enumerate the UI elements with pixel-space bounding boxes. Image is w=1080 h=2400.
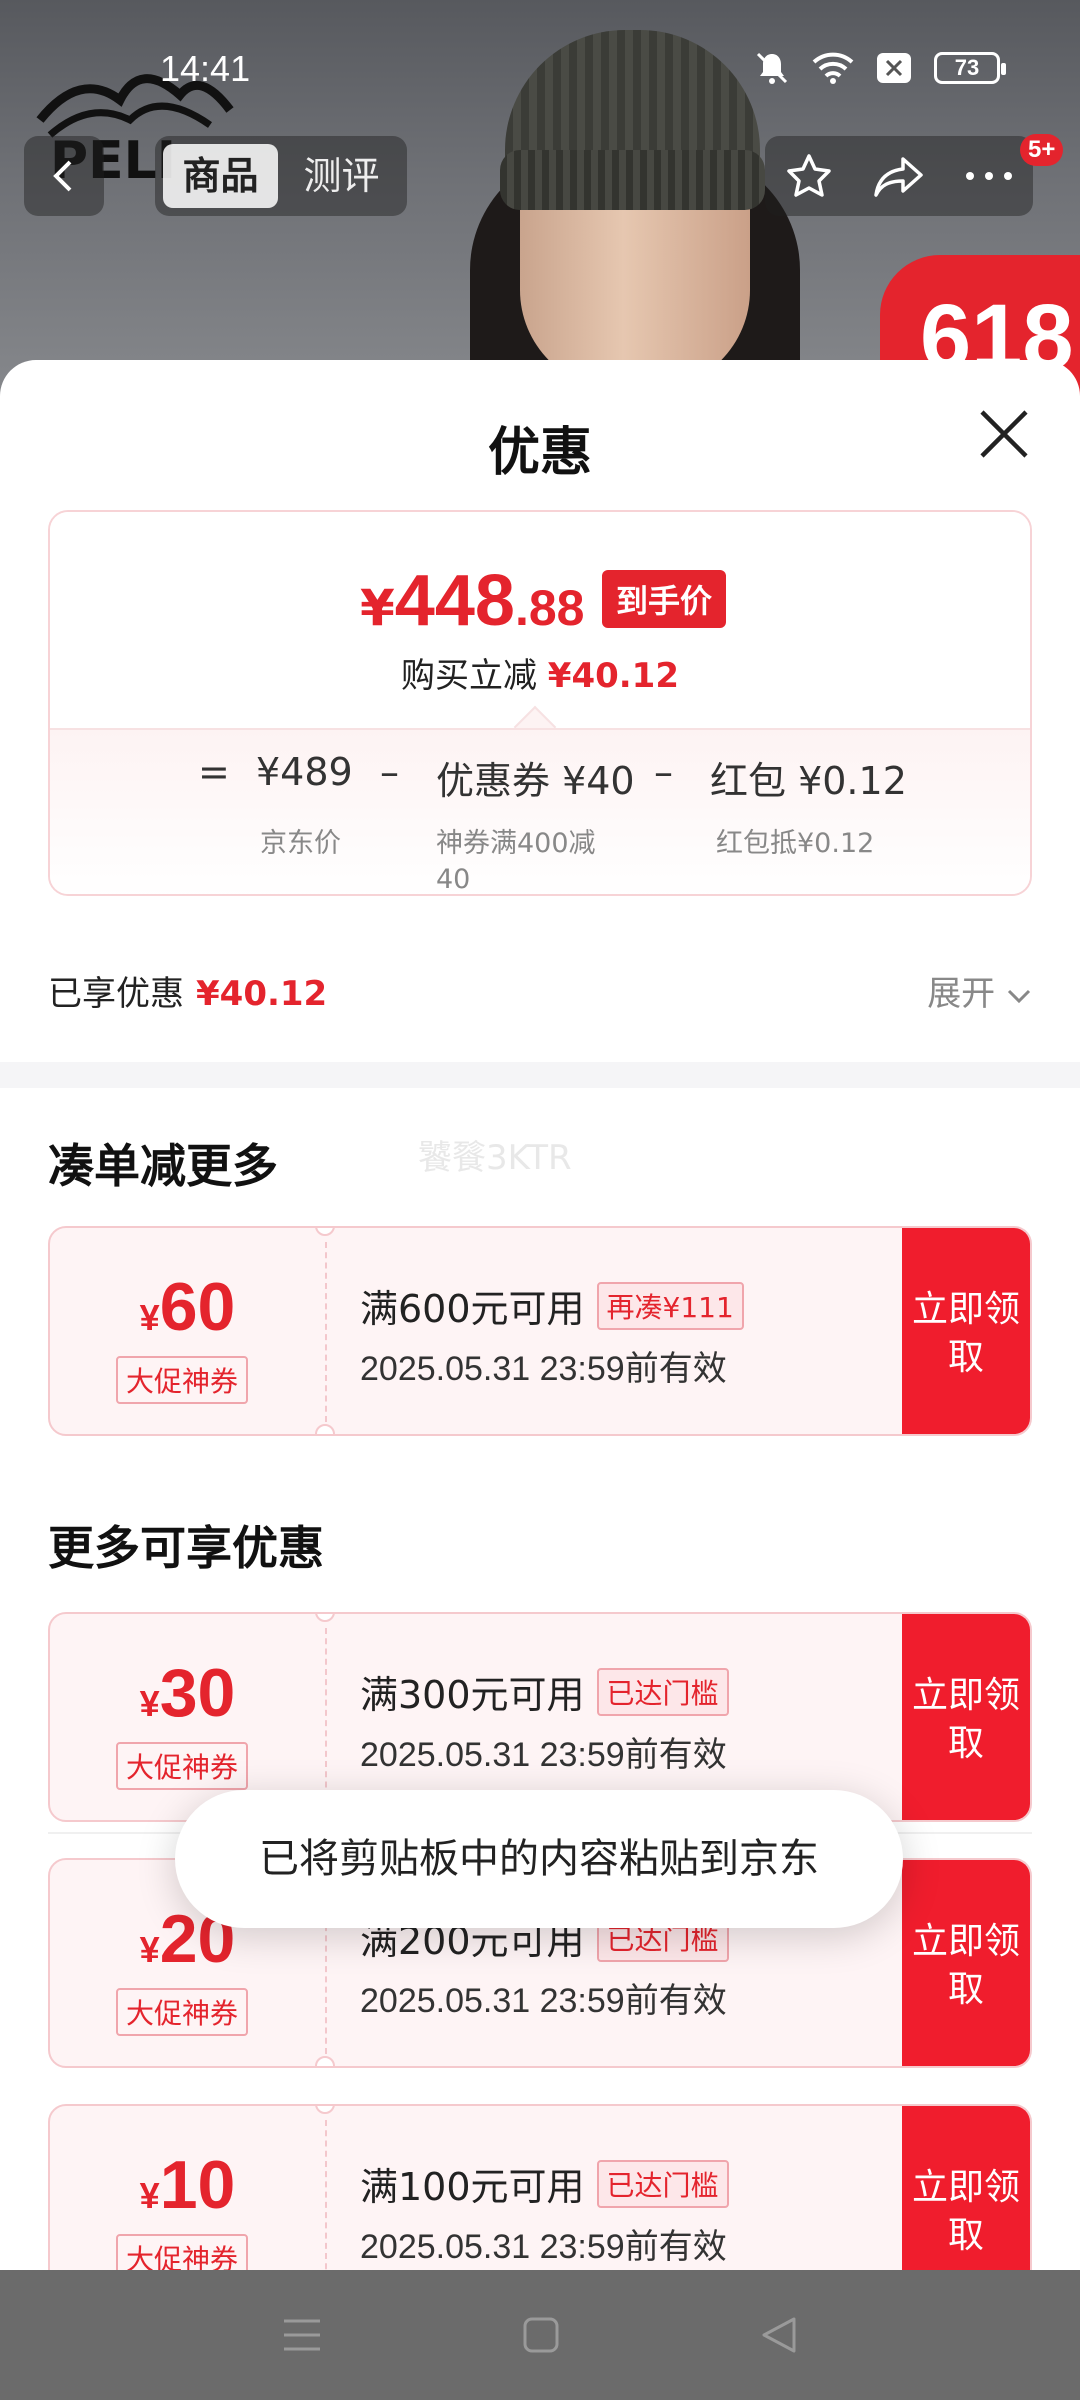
price-breakdown-card: ¥448.88 到手价 购买立减 ¥40.12 = ¥489 – 优惠券 ¥40… [48,510,1032,896]
coupon-expiry: 2025.05.31 23:59前有效 [360,2228,727,2266]
section-title-more: 更多可享优惠 [48,1521,324,1575]
coupon-condition: 满100元可用 [360,2165,585,2209]
sim-disabled-icon [877,53,911,83]
claim-coupon-button[interactable]: 立即领取 [902,1228,1030,1434]
claim-coupon-button[interactable]: 立即领取 [902,2106,1030,2270]
tab-review[interactable]: 测评 [284,144,399,208]
menu-icon[interactable] [282,2317,322,2353]
claim-coupon-button[interactable]: 立即领取 [902,1860,1030,2066]
system-navigation-bar [0,2270,1080,2400]
coupon-expiry: 2025.05.31 23:59前有效 [360,1736,727,1774]
watermark: 饕餮3KTR [418,1138,572,1178]
share-icon[interactable] [873,153,925,199]
discount-sheet: 优惠 ¥448.88 到手价 购买立减 ¥40.12 = ¥489 – 优惠券 … [0,360,1080,2270]
coupon-status-tag: 已达门槛 [596,1667,729,1716]
coupon-amount: ¥10 [139,2147,236,2223]
base-price-label: 京东价 [260,828,341,859]
header-actions [765,136,1033,216]
coupon-separator [325,2120,327,2270]
more-icon[interactable] [964,166,1014,186]
coupon-type-label: 大促神券 [116,1356,249,1404]
status-bar: 14:41 73 [0,0,1080,120]
coupon-notch [315,1424,335,1434]
coupon-type-label: 大促神券 [116,2234,249,2270]
message-count-badge: 5+ [1020,134,1064,166]
enjoyed-discount: 已享优惠 ¥40.12 [48,974,328,1014]
instant-reduction: 购买立减 ¥40.12 [400,656,679,696]
coupon-expiry: 2025.05.31 23:59前有效 [360,1982,727,2020]
clipboard-toast: 已将剪贴板中的内容粘贴到京东 [175,1790,903,1928]
coupon-separator [325,1242,327,1422]
close-icon[interactable] [978,408,1030,460]
formula-minus-2: – [654,750,673,794]
status-icons: 73 [754,50,1006,86]
section-divider [0,1062,1080,1088]
sheet-title: 优惠 [487,423,592,483]
coupon-card: ¥60 大促神券 满600元可用 再凑¥111 2025.05.31 23:59前… [48,1226,1032,1436]
coupon-notch [315,2056,335,2066]
redpack-term: 红包 ¥0.12 [710,759,907,803]
coupon-type-label: 大促神券 [116,1988,249,2036]
expand-button[interactable]: 展开 [927,966,1032,1015]
coupon-separator [325,1628,327,1808]
coupon-condition: 满600元可用 [360,1287,585,1331]
model-beanie-band [500,150,765,210]
coupon-expiry: 2025.05.31 23:59前有效 [360,1350,727,1388]
back-triangle-icon[interactable] [760,2315,798,2355]
chevron-down-icon [1007,989,1031,1004]
claim-coupon-button[interactable]: 立即领取 [902,1614,1030,1820]
battery-icon: 73 [934,52,1006,84]
formula-minus-1: – [380,750,399,794]
coupon-card: ¥10 大促神券 满100元可用 已达门槛 2025.05.31 23:59前有效… [48,2104,1032,2270]
redpack-term-label: 红包抵¥0.12 [716,828,875,859]
tab-product[interactable]: 商品 [163,144,278,208]
coupon-amount: ¥30 [139,1655,236,1731]
mute-icon [756,52,788,84]
base-price: ¥489 [256,750,353,794]
coupon-status-tag: 再凑¥111 [596,1281,744,1330]
star-icon[interactable] [784,151,834,201]
price-formula: = ¥489 – 优惠券 ¥40 – 红包 ¥0.12 京东价 神券满400减4… [50,728,1030,895]
chevron-left-icon [53,160,72,192]
coupon-amount: ¥60 [139,1269,236,1345]
coupon-term-label: 神券满400减40 [436,828,596,895]
coupon-status-tag: 已达门槛 [596,2159,729,2208]
status-time: 14:41 [160,48,251,89]
header-tabs: 商品 测评 [155,136,407,216]
formula-equals: = [198,750,230,794]
final-price: ¥448.88 [360,561,585,641]
coupon-term: 优惠券 ¥40 [436,759,635,803]
section-title-bundle: 凑单减更多 [48,1139,278,1193]
home-icon[interactable] [522,2316,560,2354]
wifi-icon [812,52,854,84]
coupon-condition: 满300元可用 [360,1673,585,1717]
coupon-type-label: 大促神券 [116,1742,249,1790]
final-price-tag: 到手价 [602,570,727,628]
back-button[interactable] [24,136,104,216]
